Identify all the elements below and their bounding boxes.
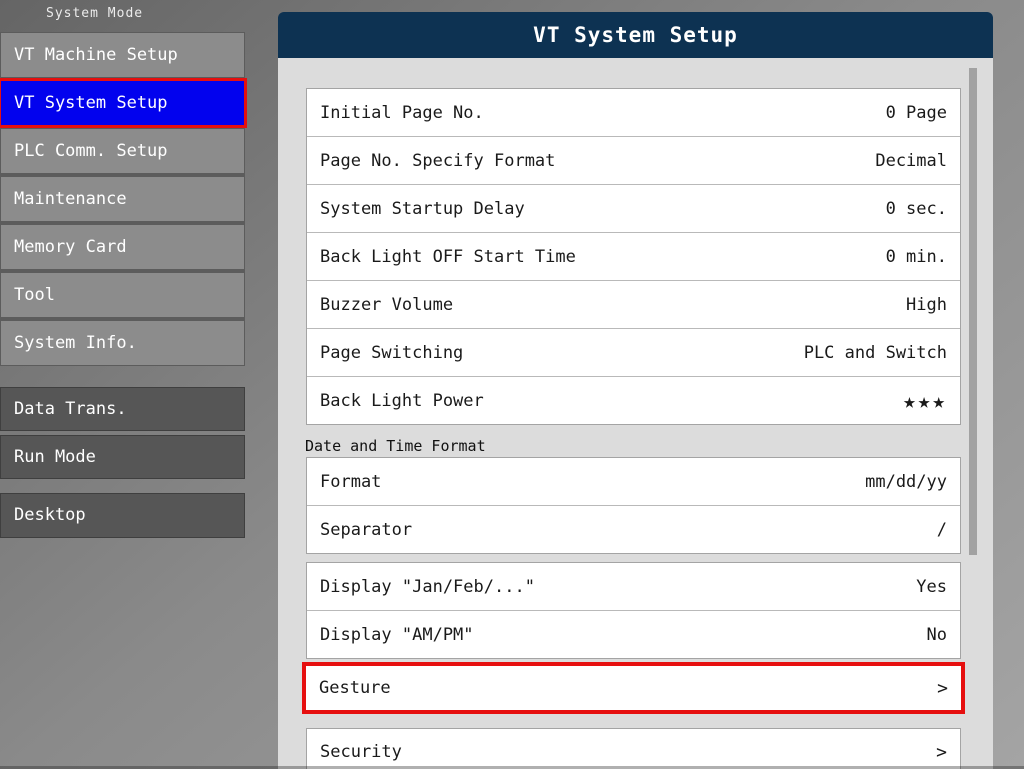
setting-value: Yes bbox=[916, 577, 947, 597]
setting-value: Decimal bbox=[875, 151, 947, 171]
setting-row-initial-page-no[interactable]: Initial Page No. 0 Page bbox=[307, 89, 960, 137]
setting-row-back-light-power[interactable]: Back Light Power ★★★ bbox=[307, 377, 960, 424]
gesture-row[interactable]: Gesture > bbox=[302, 662, 965, 714]
sidebar-item-vt-machine-setup[interactable]: VT Machine Setup bbox=[1, 33, 244, 77]
setting-value: 0 sec. bbox=[886, 199, 947, 219]
backlight-power-stars-icon: ★★★ bbox=[903, 389, 947, 413]
setting-label: Separator bbox=[320, 520, 412, 540]
sidebar-mode-menu: Data Trans. Run Mode bbox=[0, 387, 245, 479]
sidebar-item-run-mode[interactable]: Run Mode bbox=[0, 435, 245, 479]
setting-value: 0 Page bbox=[886, 103, 947, 123]
sidebar-item-vt-system-setup[interactable]: VT System Setup bbox=[1, 81, 244, 125]
nav-row-label: Security bbox=[320, 742, 402, 762]
page-title: VT System Setup bbox=[533, 23, 738, 47]
setting-row-format[interactable]: Format mm/dd/yy bbox=[307, 458, 960, 506]
sidebar-item-data-trans[interactable]: Data Trans. bbox=[0, 387, 245, 431]
setting-row-display-am-pm[interactable]: Display "AM/PM" No bbox=[307, 611, 960, 658]
setting-row-page-switching[interactable]: Page Switching PLC and Switch bbox=[307, 329, 960, 377]
setting-row-separator[interactable]: Separator / bbox=[307, 506, 960, 553]
sidebar-item-desktop[interactable]: Desktop bbox=[0, 493, 245, 538]
setting-row-back-light-off-start-time[interactable]: Back Light OFF Start Time 0 min. bbox=[307, 233, 960, 281]
sidebar-desktop-menu: Desktop bbox=[0, 493, 245, 538]
setting-value: No bbox=[927, 625, 947, 645]
vt-system-setup-panel: Initial Page No. 0 Page Page No. Specify… bbox=[278, 58, 993, 769]
setting-label: Display "AM/PM" bbox=[320, 625, 474, 645]
sidebar-item-system-info[interactable]: System Info. bbox=[1, 321, 244, 365]
sidebar-item-maintenance[interactable]: Maintenance bbox=[1, 177, 244, 221]
settings-group: Initial Page No. 0 Page Page No. Specify… bbox=[306, 88, 961, 425]
datetime-format-group: Format mm/dd/yy Separator / bbox=[306, 457, 961, 554]
panel-title-bar: VT System Setup bbox=[278, 12, 993, 58]
setting-label: Page No. Specify Format bbox=[320, 151, 555, 171]
setting-label: Back Light Power bbox=[320, 391, 484, 411]
sidebar-title: System Mode bbox=[46, 6, 143, 21]
setting-value: PLC and Switch bbox=[804, 343, 947, 363]
setting-row-page-no-specify-format[interactable]: Page No. Specify Format Decimal bbox=[307, 137, 960, 185]
setting-label: Buzzer Volume bbox=[320, 295, 453, 315]
security-row[interactable]: Security > bbox=[306, 728, 961, 769]
setting-label: Display "Jan/Feb/..." bbox=[320, 577, 535, 597]
scrollbar-thumb[interactable] bbox=[969, 68, 977, 555]
datetime-section-label: Date and Time Format bbox=[305, 437, 486, 455]
sidebar-item-memory-card[interactable]: Memory Card bbox=[1, 225, 244, 269]
sidebar-setup-menu: VT Machine Setup VT System Setup PLC Com… bbox=[0, 32, 245, 366]
setting-label: Page Switching bbox=[320, 343, 463, 363]
setting-row-display-month-names[interactable]: Display "Jan/Feb/..." Yes bbox=[307, 563, 960, 611]
setting-label: System Startup Delay bbox=[320, 199, 525, 219]
chevron-right-icon: > bbox=[937, 678, 948, 699]
setting-value: 0 min. bbox=[886, 247, 947, 267]
sidebar-item-tool[interactable]: Tool bbox=[1, 273, 244, 317]
chevron-right-icon: > bbox=[936, 742, 947, 763]
setting-value: / bbox=[937, 520, 947, 540]
setting-value: High bbox=[906, 295, 947, 315]
setting-row-system-startup-delay[interactable]: System Startup Delay 0 sec. bbox=[307, 185, 960, 233]
setting-label: Initial Page No. bbox=[320, 103, 484, 123]
setting-row-buzzer-volume[interactable]: Buzzer Volume High bbox=[307, 281, 960, 329]
setting-label: Back Light OFF Start Time bbox=[320, 247, 576, 267]
setting-value: mm/dd/yy bbox=[865, 472, 947, 492]
sidebar-item-plc-comm-setup[interactable]: PLC Comm. Setup bbox=[1, 129, 244, 173]
setting-label: Format bbox=[320, 472, 381, 492]
nav-row-label: Gesture bbox=[319, 678, 391, 698]
datetime-display-group: Display "Jan/Feb/..." Yes Display "AM/PM… bbox=[306, 562, 961, 659]
